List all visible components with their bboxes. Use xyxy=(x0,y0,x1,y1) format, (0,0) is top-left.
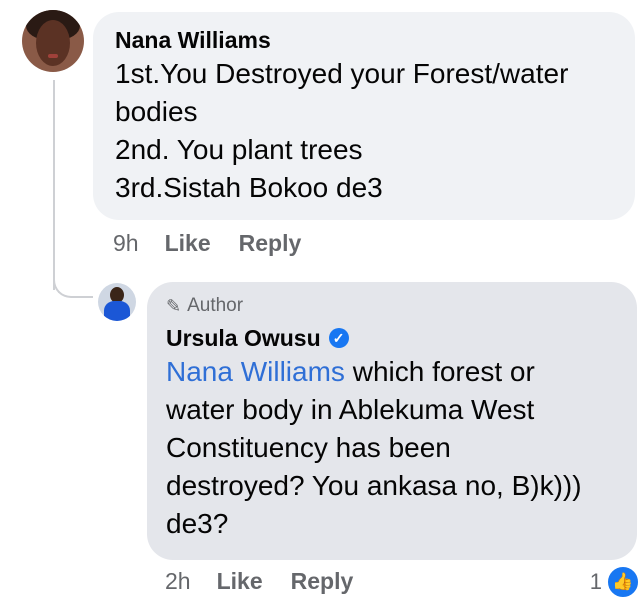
comment-author-name[interactable]: Nana Williams xyxy=(115,25,613,55)
reply-line: which forest or xyxy=(344,356,535,387)
avatar[interactable] xyxy=(98,283,136,321)
reply-author-row: Ursula Owusu ✓ xyxy=(166,323,618,353)
reply-bubble: ✎ Author Ursula Owusu ✓ Nana Williams wh… xyxy=(147,282,637,560)
reply-line: de3? xyxy=(166,508,229,539)
reply-text: Nana Williams which forest or water body… xyxy=(166,353,618,543)
verified-badge-icon: ✓ xyxy=(328,328,349,348)
comment-line: 3rd.Sistah Bokoo de3 xyxy=(115,172,383,203)
reaction-summary[interactable]: 1 👍 xyxy=(590,565,640,599)
like-button[interactable]: Like xyxy=(217,568,263,595)
comment-timestamp[interactable]: 9h xyxy=(113,230,139,257)
reply-line: Constituency has been xyxy=(166,432,451,463)
comment-line: 1st.You Destroyed your Forest/water xyxy=(115,58,569,89)
comment-line: bodies xyxy=(115,96,198,127)
thread-line xyxy=(53,80,55,290)
comment-meta: 9h Like Reply xyxy=(113,230,329,257)
reply-button[interactable]: Reply xyxy=(291,568,354,595)
reply-line: destroyed? You ankasa no, B)k))) xyxy=(166,470,582,501)
thread-connector xyxy=(53,268,93,298)
comment-text: 1st.You Destroyed your Forest/water bodi… xyxy=(115,55,613,207)
reply-timestamp[interactable]: 2h xyxy=(165,568,191,595)
author-badge-label: Author xyxy=(187,295,244,316)
avatar[interactable] xyxy=(22,10,84,72)
comment-line: 2nd. You plant trees xyxy=(115,134,363,165)
thumbs-up-icon: 👍 xyxy=(606,565,640,599)
reaction-count: 1 xyxy=(589,569,602,594)
reply-button[interactable]: Reply xyxy=(239,230,302,257)
author-badge: ✎ Author xyxy=(166,292,618,320)
reply-author-name[interactable]: Ursula Owusu xyxy=(166,323,321,353)
pencil-icon: ✎ xyxy=(166,295,182,316)
comment-bubble: Nana Williams 1st.You Destroyed your For… xyxy=(93,12,635,220)
mention-link[interactable]: Nana Williams xyxy=(166,356,345,387)
reply-meta: 2h Like Reply xyxy=(165,568,381,595)
like-button[interactable]: Like xyxy=(165,230,211,257)
reply-line: water body in Ablekuma West xyxy=(166,394,535,425)
